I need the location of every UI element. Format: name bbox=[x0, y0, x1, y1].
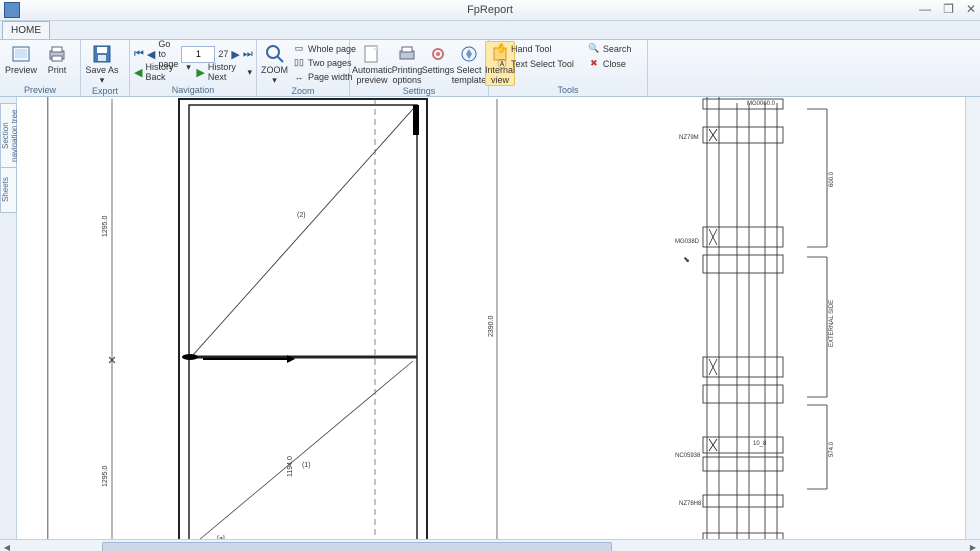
ribbon: Preview Print Preview Save As ▾ Export bbox=[0, 40, 980, 97]
save-icon bbox=[92, 44, 112, 64]
two-pages-button[interactable]: ▯▯Two pages bbox=[290, 56, 359, 69]
zoom-button[interactable]: ZOOM ▾ bbox=[261, 42, 288, 85]
ribbon-group-preview: Preview Print Preview bbox=[0, 40, 81, 96]
preview-button[interactable]: Preview bbox=[4, 42, 38, 75]
next-page-button[interactable]: ▶ bbox=[231, 48, 239, 61]
auto-preview-button[interactable]: Automatic preview bbox=[354, 42, 390, 85]
save-as-button[interactable]: Save As ▾ bbox=[85, 42, 119, 85]
ribbon-group-tools: ✋Hand Tool ⒶText Select Tool 🔍Search ✖Cl… bbox=[489, 40, 648, 96]
template-icon bbox=[459, 44, 479, 64]
ribbon-group-zoom: ZOOM ▾ ▭Whole page ▯▯Two pages ↔Page wid… bbox=[257, 40, 350, 96]
settings-button[interactable]: Settings bbox=[424, 42, 452, 75]
page-width-icon: ↔ bbox=[293, 71, 305, 83]
ribbon-group-navigation: ⏮ ◀ Go to page 27 ▶ ⏭ ◀ History Back ▾ ▶… bbox=[130, 40, 257, 96]
text-select-button[interactable]: ⒶText Select Tool bbox=[493, 57, 577, 70]
history-next-arrow[interactable]: ▶ bbox=[196, 66, 204, 79]
workspace: Section navigation tree Sheets 1295.0 12… bbox=[0, 97, 980, 551]
app-title: FpReport bbox=[467, 4, 513, 16]
title-bar: FpReport — ❐ ✕ bbox=[0, 0, 980, 21]
gear-icon bbox=[428, 44, 448, 64]
page-icon: ▭ bbox=[293, 43, 305, 55]
sidetab-section-tree[interactable]: Section navigation tree bbox=[0, 103, 17, 169]
search-button[interactable]: 🔍Search bbox=[585, 42, 635, 55]
vertical-scrollbar[interactable] bbox=[965, 97, 980, 540]
scroll-right-arrow[interactable]: ▶ bbox=[966, 540, 980, 551]
print-button[interactable]: Print bbox=[40, 42, 74, 75]
side-panel: Section navigation tree Sheets bbox=[0, 97, 17, 551]
scroll-left-arrow[interactable]: ◀ bbox=[0, 540, 14, 551]
whole-page-button[interactable]: ▭Whole page bbox=[290, 42, 359, 55]
page-edge bbox=[47, 97, 970, 551]
ribbon-tabstrip: HOME bbox=[0, 21, 980, 40]
search-icon: 🔍 bbox=[588, 43, 600, 55]
page-input[interactable] bbox=[181, 46, 215, 63]
history-next-button[interactable]: History Next bbox=[208, 62, 245, 82]
prev-page-button[interactable]: ◀ bbox=[147, 48, 155, 61]
horizontal-scrollbar[interactable]: ◀ ▶ bbox=[0, 539, 980, 551]
app-icon bbox=[4, 2, 20, 18]
tab-home[interactable]: HOME bbox=[2, 21, 50, 39]
page-total: 27 bbox=[218, 49, 228, 59]
two-pages-icon: ▯▯ bbox=[293, 57, 305, 69]
scroll-thumb[interactable] bbox=[102, 542, 612, 551]
scroll-track[interactable] bbox=[28, 541, 952, 551]
close-icon: ✖ bbox=[588, 58, 600, 70]
print-icon bbox=[47, 44, 67, 64]
zoom-icon bbox=[265, 44, 285, 64]
close-button[interactable]: ✕ bbox=[966, 2, 976, 16]
sidetab-sheets[interactable]: Sheets bbox=[0, 167, 17, 213]
history-back-arrow[interactable]: ◀ bbox=[134, 66, 142, 79]
first-page-button[interactable]: ⏮ bbox=[134, 48, 144, 61]
hand-tool-button[interactable]: ✋Hand Tool bbox=[493, 42, 577, 55]
minimize-button[interactable]: — bbox=[919, 2, 931, 16]
page-width-button[interactable]: ↔Page width bbox=[290, 70, 359, 83]
printer-icon bbox=[397, 44, 417, 64]
print-options-button[interactable]: Printing options bbox=[392, 42, 422, 85]
text-select-icon: Ⓐ bbox=[496, 58, 508, 70]
hand-icon: ✋ bbox=[496, 43, 508, 55]
file-icon bbox=[362, 44, 382, 64]
ribbon-group-settings: Automatic preview Printing options Setti… bbox=[350, 40, 489, 96]
close-document-button[interactable]: ✖Close bbox=[585, 57, 635, 70]
document-canvas[interactable]: 1295.0 1295.0 2390.0 bbox=[17, 97, 980, 551]
restore-button[interactable]: ❐ bbox=[943, 2, 954, 16]
select-template-button[interactable]: Select template bbox=[454, 42, 484, 85]
preview-icon bbox=[11, 44, 31, 64]
history-back-button[interactable]: History Back bbox=[145, 62, 183, 82]
last-page-button[interactable]: ⏭ bbox=[243, 48, 253, 61]
ribbon-group-export: Save As ▾ Export bbox=[81, 40, 130, 96]
